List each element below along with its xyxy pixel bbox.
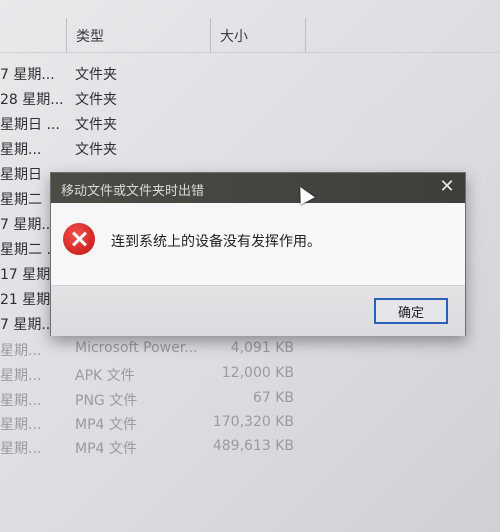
file-type: Microsoft Power...: [75, 340, 198, 356]
dialog-title: 移动文件或文件夹时出错: [61, 184, 205, 199]
file-date: 星期...: [0, 393, 42, 409]
file-type: 文件夹: [75, 117, 117, 133]
file-date: 7 星期...: [0, 67, 55, 83]
file-date: 星期...: [0, 142, 42, 158]
column-header-size[interactable]: 大小: [220, 26, 248, 46]
file-type: MP4 文件: [75, 417, 137, 433]
file-type: 文件夹: [75, 92, 117, 108]
file-row[interactable]: 星期日 ... 文件夹: [0, 114, 500, 138]
file-type: APK 文件: [75, 368, 135, 384]
file-date: 星期...: [0, 368, 42, 384]
file-row[interactable]: 28 星期... 文件夹: [0, 89, 500, 113]
file-size: 67 KB: [252, 390, 294, 406]
file-row[interactable]: 星期... PNG 文件 67 KB: [0, 390, 500, 414]
close-icon[interactable]: ✕: [437, 178, 457, 198]
column-separator[interactable]: [210, 18, 211, 52]
column-separator[interactable]: [66, 18, 67, 52]
file-row[interactable]: 星期... MP4 文件 489,613 KB: [0, 438, 500, 462]
file-size: 489,613 KB: [212, 438, 294, 454]
file-type: 文件夹: [75, 142, 117, 158]
dialog-titlebar[interactable]: 移动文件或文件夹时出错 ✕: [51, 173, 465, 203]
file-size: 4,091 KB: [230, 340, 294, 356]
file-date: 28 星期...: [0, 92, 64, 108]
file-row[interactable]: 星期... APK 文件 12,000 KB: [0, 365, 500, 389]
column-header-type[interactable]: 类型: [76, 26, 104, 46]
column-header-row: 类型 大小: [0, 0, 500, 53]
file-date: 星期...: [0, 343, 42, 359]
file-date: 星期...: [0, 417, 42, 433]
file-row[interactable]: 星期... 文件夹: [0, 139, 500, 163]
error-message: 连到系统上的设备没有发挥作用。: [111, 234, 321, 250]
file-row[interactable]: 星期... Microsoft Power... 4,091 KB: [0, 340, 500, 364]
column-separator[interactable]: [305, 18, 306, 52]
error-dialog: 移动文件或文件夹时出错 ✕ 连到系统上的设备没有发挥作用。 确定: [50, 172, 466, 336]
error-icon: [63, 223, 95, 255]
file-type: 文件夹: [75, 67, 117, 83]
dialog-footer: 确定: [51, 285, 465, 336]
file-type: PNG 文件: [75, 393, 138, 409]
file-date: 星期...: [0, 441, 42, 457]
file-row[interactable]: 星期... MP4 文件 170,320 KB: [0, 414, 500, 438]
file-size: 170,320 KB: [212, 414, 294, 430]
file-type: MP4 文件: [75, 441, 137, 457]
file-size: 12,000 KB: [221, 365, 294, 381]
ok-button[interactable]: 确定: [374, 298, 448, 324]
file-row[interactable]: 7 星期... 文件夹: [0, 64, 500, 88]
file-date: 星期日 ...: [0, 117, 60, 133]
